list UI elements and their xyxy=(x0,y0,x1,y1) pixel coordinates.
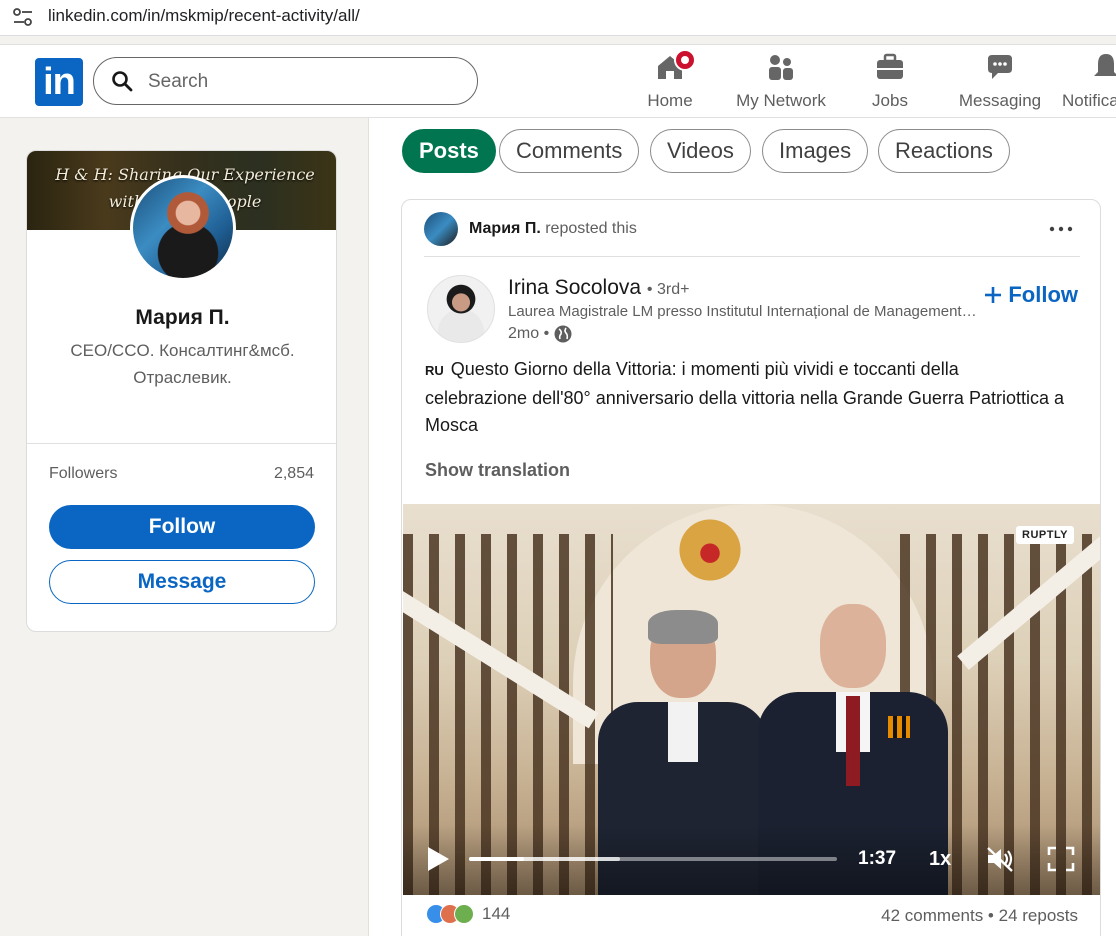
browser-url-bar[interactable]: linkedin.com/in/mskmip/recent-activity/a… xyxy=(0,0,1116,36)
nav-messaging[interactable]: Messaging xyxy=(958,51,1042,115)
followers-label: Followers xyxy=(49,465,118,482)
reaction-icons xyxy=(426,904,474,924)
nav-jobs[interactable]: Jobs xyxy=(860,51,920,115)
nav-notifications[interactable]: Notifica xyxy=(1062,51,1116,115)
video-duration: 1:37 xyxy=(858,848,897,869)
video-watermark: RUPTLY xyxy=(1016,526,1074,544)
reposter-avatar[interactable] xyxy=(424,212,458,246)
post-text: Questo Giorno della Vittoria: i momenti … xyxy=(425,359,1064,435)
tab-posts[interactable]: Posts xyxy=(402,129,496,173)
reposter-name[interactable]: Мария П. xyxy=(469,220,541,237)
nav-home[interactable]: Home xyxy=(640,49,700,115)
author-name[interactable]: Irina Socolova xyxy=(508,276,641,299)
more-options-icon[interactable] xyxy=(1048,220,1074,238)
profile-avatar[interactable] xyxy=(130,175,236,281)
divider xyxy=(424,256,1080,257)
nav-my-network-label: My Network xyxy=(736,91,826,110)
profile-name[interactable]: Мария П. xyxy=(27,306,336,330)
repost-action: reposted this xyxy=(545,220,637,237)
search-input[interactable] xyxy=(148,70,448,94)
followers-count: 2,854 xyxy=(273,465,314,482)
reactions-summary[interactable]: 144 xyxy=(426,904,510,924)
nav-jobs-label: Jobs xyxy=(872,91,908,110)
author-headline: Laurea Magistrale LM presso Institutul I… xyxy=(508,303,980,320)
reactions-count: 144 xyxy=(482,904,511,923)
video-progress-fill xyxy=(469,857,525,861)
fullscreen-icon[interactable] xyxy=(1047,846,1075,872)
plus-icon xyxy=(985,287,1002,303)
repost-header: Мария П. reposted this xyxy=(469,220,637,238)
follow-author-button[interactable]: Follow xyxy=(984,282,1078,308)
tab-videos[interactable]: Videos xyxy=(650,129,751,173)
message-button[interactable]: Message xyxy=(49,560,315,604)
author-name-line: Irina Socolova • 3rd+ xyxy=(508,276,689,300)
nav-notifications-label: Notifica xyxy=(1062,91,1116,110)
profile-card: H & H: Sharing Our Experience with Com… … xyxy=(26,150,337,632)
nav-messaging-label: Messaging xyxy=(958,91,1042,110)
globe-icon xyxy=(554,325,572,343)
search-icon xyxy=(112,71,133,92)
jobs-icon xyxy=(877,53,903,79)
play-icon[interactable] xyxy=(425,845,451,873)
url-text[interactable]: linkedin.com/in/mskmip/recent-activity/a… xyxy=(48,6,360,26)
site-settings-icon[interactable] xyxy=(12,7,34,27)
support-reaction-icon xyxy=(454,904,474,924)
column-divider xyxy=(368,118,369,936)
tab-images[interactable]: Images xyxy=(762,129,869,173)
author-avatar[interactable] xyxy=(427,275,495,343)
network-icon xyxy=(769,55,793,80)
post-time: 2mo • xyxy=(508,325,550,342)
video-progress-bar[interactable] xyxy=(469,857,837,861)
divider xyxy=(27,443,336,444)
global-nav: in Home My Network Jobs xyxy=(0,44,1116,118)
post-timestamp: 2mo • xyxy=(508,324,573,344)
post-body: RU Questo Giorno della Vittoria: i momen… xyxy=(425,356,1065,440)
post-card: Мария П. reposted this Irina Socolova • … xyxy=(401,199,1101,936)
show-translation-button[interactable]: Show translation xyxy=(425,460,570,481)
muted-volume-icon[interactable] xyxy=(985,844,1015,874)
bell-icon xyxy=(1094,54,1116,76)
messaging-icon xyxy=(988,55,1012,79)
notification-badge xyxy=(674,49,696,71)
language-tag: RU xyxy=(425,363,444,378)
coat-of-arms-emblem xyxy=(671,518,749,582)
tab-reactions[interactable]: Reactions xyxy=(878,129,1010,173)
connection-degree: • 3rd+ xyxy=(646,281,690,298)
nav-my-network[interactable]: My Network xyxy=(733,51,829,115)
nav-home-label: Home xyxy=(647,91,693,110)
tab-comments[interactable]: Comments xyxy=(499,129,640,173)
playback-speed-button[interactable]: 1x xyxy=(929,848,951,871)
comments-reposts-count[interactable]: 42 comments • 24 reposts xyxy=(881,906,1078,926)
search-box[interactable] xyxy=(93,57,478,105)
follow-button[interactable]: Follow xyxy=(49,505,315,549)
linkedin-logo[interactable]: in xyxy=(35,58,83,106)
follow-author-label: Follow xyxy=(1008,282,1078,307)
profile-headline: CEO/CCO. Консалтинг&мсб. Отраслевик. xyxy=(70,341,295,387)
video-player[interactable]: RUPTLY 1:37 1x xyxy=(403,504,1100,895)
